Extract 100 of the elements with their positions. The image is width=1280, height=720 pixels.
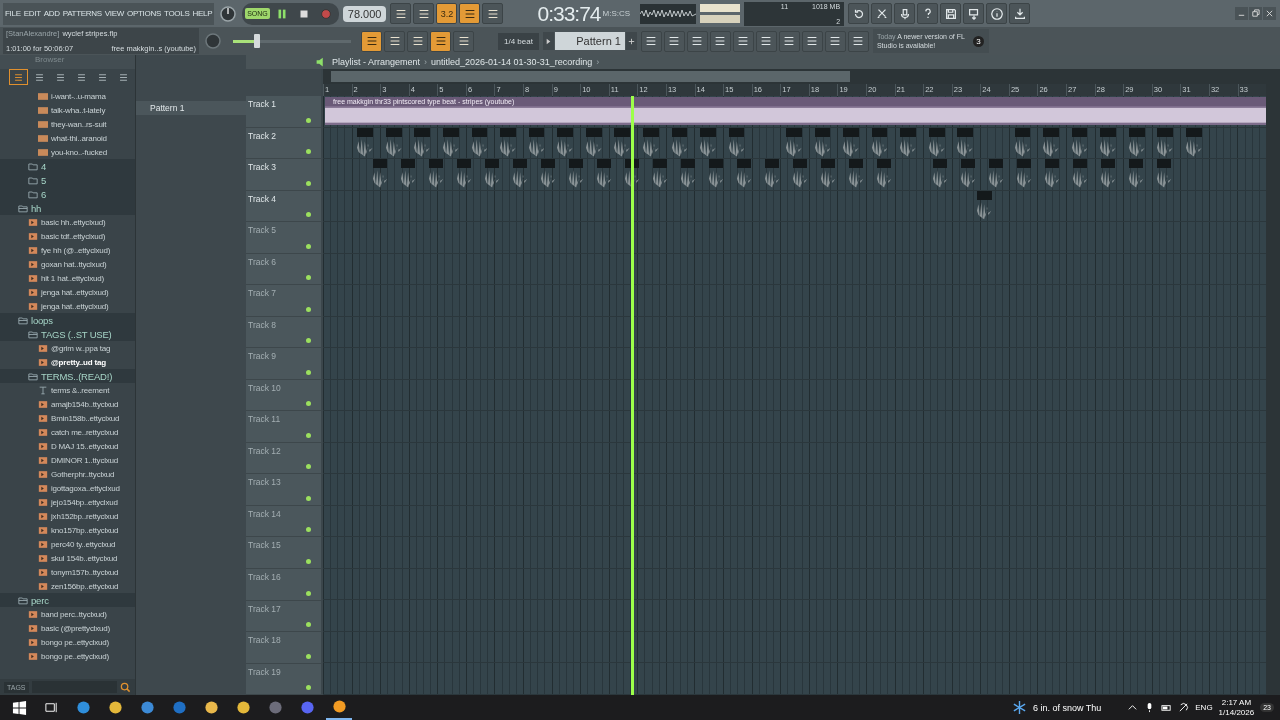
track-mute-switch[interactable]: [306, 622, 311, 628]
track-name[interactable]: Track 11: [248, 414, 281, 425]
chevron-up-icon[interactable]: [1127, 702, 1139, 713]
track-mute-switch[interactable]: [306, 369, 311, 375]
toolbar-button[interactable]: [871, 3, 893, 24]
audio-clip[interactable]: [928, 127, 945, 159]
track-mute-switch[interactable]: [306, 275, 311, 281]
track-header[interactable]: Track 17: [246, 600, 321, 633]
audio-clip[interactable]: [1157, 127, 1174, 159]
browser-item[interactable]: hh: [31, 202, 42, 214]
tool-button[interactable]: [430, 30, 451, 52]
track-header[interactable]: Track 16: [246, 568, 321, 601]
audio-clip[interactable]: [1186, 127, 1202, 159]
track-header[interactable]: Track 5: [246, 222, 321, 254]
track-header[interactable]: Track 9: [246, 348, 321, 380]
track-name[interactable]: Track 15: [248, 540, 281, 551]
tool-button[interactable]: [384, 30, 405, 52]
toolbar-button[interactable]: [1009, 3, 1031, 24]
track-name[interactable]: Track 16: [248, 571, 281, 582]
toolbar-button[interactable]: [824, 30, 846, 52]
browser-item[interactable]: 6: [41, 188, 47, 200]
track-name[interactable]: Track 5: [248, 225, 277, 236]
browser-item[interactable]: basic (@prettyclxud): [41, 623, 111, 633]
browser-item[interactable]: bongo pe..ettyclxud): [41, 637, 110, 647]
menu-item[interactable]: PATTERNS: [62, 9, 102, 18]
audio-clip[interactable]: [793, 159, 808, 190]
audio-clip[interactable]: [989, 159, 1004, 190]
audio-clip[interactable]: [814, 127, 831, 159]
audio-clip[interactable]: [513, 159, 528, 190]
track-name[interactable]: Track 12: [248, 445, 281, 456]
track-mute-switch[interactable]: [306, 306, 311, 312]
track-lane[interactable]: [323, 537, 1266, 569]
track-lane[interactable]: [323, 631, 1266, 664]
browser-item[interactable]: basic tdf..ettyclxud): [41, 231, 106, 241]
audio-clip[interactable]: [877, 159, 892, 190]
track-mute-switch[interactable]: [306, 527, 311, 533]
menu-item[interactable]: HELP: [192, 9, 213, 18]
track-lane[interactable]: [323, 663, 1266, 695]
toolbar-button[interactable]: [709, 30, 731, 52]
track-lane[interactable]: [323, 600, 1266, 632]
track-lane[interactable]: [323, 159, 1266, 191]
browser-item[interactable]: hit 1 hat..ettyclxud): [41, 273, 104, 283]
toggle-button[interactable]: [482, 3, 504, 24]
track-name[interactable]: Track 19: [248, 666, 281, 677]
browser-item[interactable]: amajb154b..ttyclxud: [51, 399, 119, 409]
menu-item[interactable]: EDIT: [23, 9, 41, 18]
audio-clip[interactable]: [1157, 159, 1172, 190]
track-lane[interactable]: [323, 316, 1266, 349]
browser-item[interactable]: goxan hat..ttyclxud): [41, 259, 107, 269]
audio-clip[interactable]: [541, 159, 556, 190]
browser-item[interactable]: Bmin158b..ettyclxud: [51, 413, 120, 423]
audio-clip[interactable]: [933, 159, 948, 190]
track-mute-switch[interactable]: [306, 590, 311, 596]
track-lane[interactable]: [323, 379, 1266, 412]
audio-clip[interactable]: [585, 127, 602, 159]
toolbar-button[interactable]: [663, 30, 685, 52]
browser-item[interactable]: bongo pe..ettyclxud): [41, 651, 110, 661]
track-name[interactable]: Track 2: [248, 130, 277, 141]
audio-clip[interactable]: [1045, 159, 1060, 190]
track-name[interactable]: Track 7: [248, 288, 277, 299]
minimize-button[interactable]: [1235, 7, 1248, 20]
audio-clip[interactable]: [765, 159, 780, 190]
browser-item[interactable]: D MAJ 15..ettyclxud: [51, 441, 119, 451]
track-name[interactable]: Track 4: [248, 193, 277, 204]
audio-clip[interactable]: [385, 127, 402, 159]
track-mute-switch[interactable]: [306, 464, 311, 470]
toolbar-button[interactable]: [732, 30, 754, 52]
browser-item[interactable]: talk-wha..t-lately: [51, 105, 106, 115]
track-lane[interactable]: [323, 190, 1266, 223]
browser-item[interactable]: skul 154b..ettyclxud: [51, 553, 118, 563]
track-header[interactable]: Track 2: [246, 127, 321, 160]
audio-clip[interactable]: [471, 127, 488, 159]
browser-item[interactable]: catch me..rettyclxud: [51, 427, 119, 437]
toggle-button[interactable]: 3.2: [436, 3, 458, 24]
track-header[interactable]: Track 15: [246, 537, 321, 569]
track-mute-switch[interactable]: [306, 338, 311, 344]
audio-clip[interactable]: [1101, 159, 1116, 190]
track-lane[interactable]: [323, 505, 1266, 538]
audio-clip[interactable]: [429, 159, 444, 190]
track-header[interactable]: Track 7: [246, 285, 321, 317]
audio-clip[interactable]: [1071, 127, 1088, 159]
browser-item[interactable]: jxh152bp..rettyclxud: [51, 511, 119, 521]
slider-handle[interactable]: [253, 34, 260, 48]
browser-item[interactable]: what-thi..aranoid: [51, 133, 107, 143]
audio-clip[interactable]: [557, 127, 573, 159]
browser-item[interactable]: kno157bp..ettyclxud: [51, 525, 119, 535]
close-button[interactable]: [1263, 7, 1276, 20]
browser-item[interactable]: igottagoxa..ettyclxud: [51, 483, 120, 493]
track-lane[interactable]: [323, 222, 1266, 254]
track-mute-switch[interactable]: [306, 117, 311, 123]
track-name[interactable]: Track 3: [248, 162, 277, 173]
track-header[interactable]: Track 18: [246, 632, 321, 664]
toolbar-button[interactable]: [940, 3, 962, 24]
track-header[interactable]: Track 1: [246, 96, 321, 128]
track-lane[interactable]: [323, 568, 1266, 601]
overview-scrollbar[interactable]: [323, 69, 1266, 84]
audio-clip[interactable]: [871, 127, 888, 159]
add-pattern-button[interactable]: [625, 32, 637, 50]
clock-date[interactable]: 1/14/2026: [1218, 707, 1255, 718]
track-header[interactable]: Track 12: [246, 442, 321, 475]
